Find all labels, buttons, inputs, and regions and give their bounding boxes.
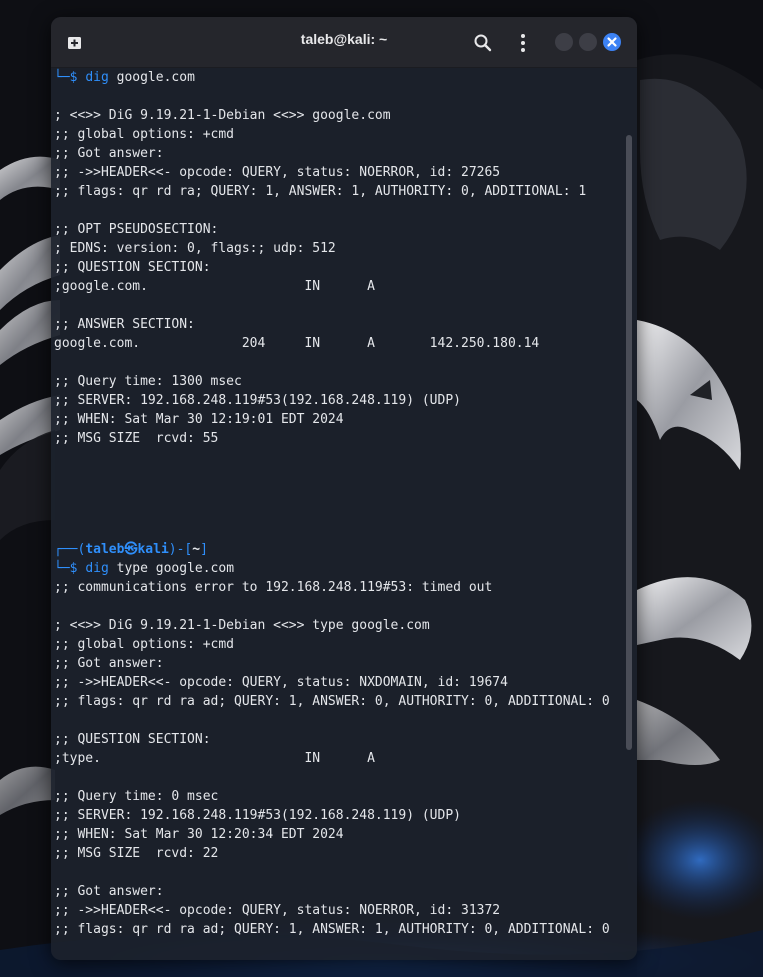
output-line: ;; ->>HEADER<<- opcode: QUERY, status: N… xyxy=(54,675,508,690)
output-line: ;; ->>HEADER<<- opcode: QUERY, status: N… xyxy=(54,903,501,918)
prompt-host: kali xyxy=(137,542,169,557)
output-line: ;google.com. IN A xyxy=(54,279,375,294)
prompt-corner: └─ xyxy=(54,561,70,576)
command-name: dig xyxy=(85,561,109,576)
output-line: ;; flags: qr rd ra ad; QUERY: 1, ANSWER:… xyxy=(54,694,610,709)
output-line: ;; WHEN: Sat Mar 30 12:20:34 EDT 2024 xyxy=(54,827,344,842)
output-line: ; <<>> DiG 9.19.21-1-Debian <<>> type go… xyxy=(54,618,430,633)
output-line: ;; Got answer: xyxy=(54,146,164,161)
minimize-button[interactable] xyxy=(555,33,573,51)
output-line: ;; Got answer: xyxy=(54,656,164,671)
prompt-header-2: ┌──(taleb㉿kali)-[~] xyxy=(54,540,208,559)
output-line: ;; SERVER: 192.168.248.119#53(192.168.24… xyxy=(54,808,461,823)
close-icon xyxy=(607,37,617,47)
command-name: dig xyxy=(85,70,109,85)
output-line: ;; MSG SIZE rcvd: 55 xyxy=(54,431,219,446)
output-line: ;; WHEN: Sat Mar 30 12:19:01 EDT 2024 xyxy=(54,412,344,427)
maximize-button[interactable] xyxy=(579,33,597,51)
output-line: ;; global options: +cmd xyxy=(54,637,235,652)
prompt-line-1: └─$ dig google.com xyxy=(54,68,195,87)
prompt-user: taleb xyxy=(85,542,125,557)
command-args: google.com xyxy=(108,70,195,85)
prompt-corner-top: ┌──( xyxy=(54,542,86,557)
output-line: ;; QUESTION SECTION: xyxy=(54,732,211,747)
output-line: ; EDNS: version: 0, flags:; udp: 512 xyxy=(54,241,336,256)
output-line: ;; communications error to 192.168.248.1… xyxy=(54,580,493,595)
command-args: type google.com xyxy=(108,561,235,576)
output-line: ;; ANSWER SECTION: xyxy=(54,317,195,332)
output-line: ;; QUESTION SECTION: xyxy=(54,260,211,275)
output-line: ;; MSG SIZE rcvd: 22 xyxy=(54,846,219,861)
terminal-output[interactable]: └─$ dig google.com ; <<>> DiG 9.19.21-1-… xyxy=(51,68,625,960)
prompt-end-bracket: ] xyxy=(200,542,208,557)
output-line: ;; flags: qr rd ra ad; QUERY: 1, ANSWER:… xyxy=(54,922,610,937)
output-line: ;; OPT PSEUDOSECTION: xyxy=(54,222,219,237)
window-title: taleb@kali: ~ xyxy=(300,31,388,47)
terminal-window: taleb@kali: ~ └─$ dig google.com ; <<>> … xyxy=(51,17,637,960)
scrollbar-thumb[interactable] xyxy=(626,135,632,750)
output-line: ;; global options: +cmd xyxy=(54,127,235,142)
prompt-dollar: $ xyxy=(69,561,78,576)
output-line: ; <<>> DiG 9.19.21-1-Debian <<>> google.… xyxy=(54,108,391,123)
output-line: ;type. IN A xyxy=(54,751,375,766)
title-bar: taleb@kali: ~ xyxy=(51,17,637,68)
output-line: ;; flags: qr rd ra; QUERY: 1, ANSWER: 1,… xyxy=(54,184,587,199)
output-line: google.com. 204 IN A 142.250.180.14 xyxy=(54,336,540,351)
prompt-line-2: └─$ dig type google.com xyxy=(54,559,234,578)
kebab-menu-icon[interactable] xyxy=(512,32,534,54)
prompt-path: ~ xyxy=(192,542,201,557)
output-line: ;; Got answer: xyxy=(54,884,164,899)
prompt-bracket: )-[ xyxy=(168,542,193,557)
desktop-background: taleb@kali: ~ └─$ dig google.com ; <<>> … xyxy=(0,0,763,977)
close-button[interactable] xyxy=(603,33,621,51)
prompt-corner: └─ xyxy=(54,70,70,85)
search-icon[interactable] xyxy=(472,32,494,54)
output-line: ;; ->>HEADER<<- opcode: QUERY, status: N… xyxy=(54,165,501,180)
output-line: ;; SERVER: 192.168.248.119#53(192.168.24… xyxy=(54,393,461,408)
prompt-at: ㉿ xyxy=(124,542,138,557)
output-line: ;; Query time: 1300 msec xyxy=(54,374,242,389)
output-line: ;; Query time: 0 msec xyxy=(54,789,219,804)
prompt-dollar: $ xyxy=(69,70,78,85)
